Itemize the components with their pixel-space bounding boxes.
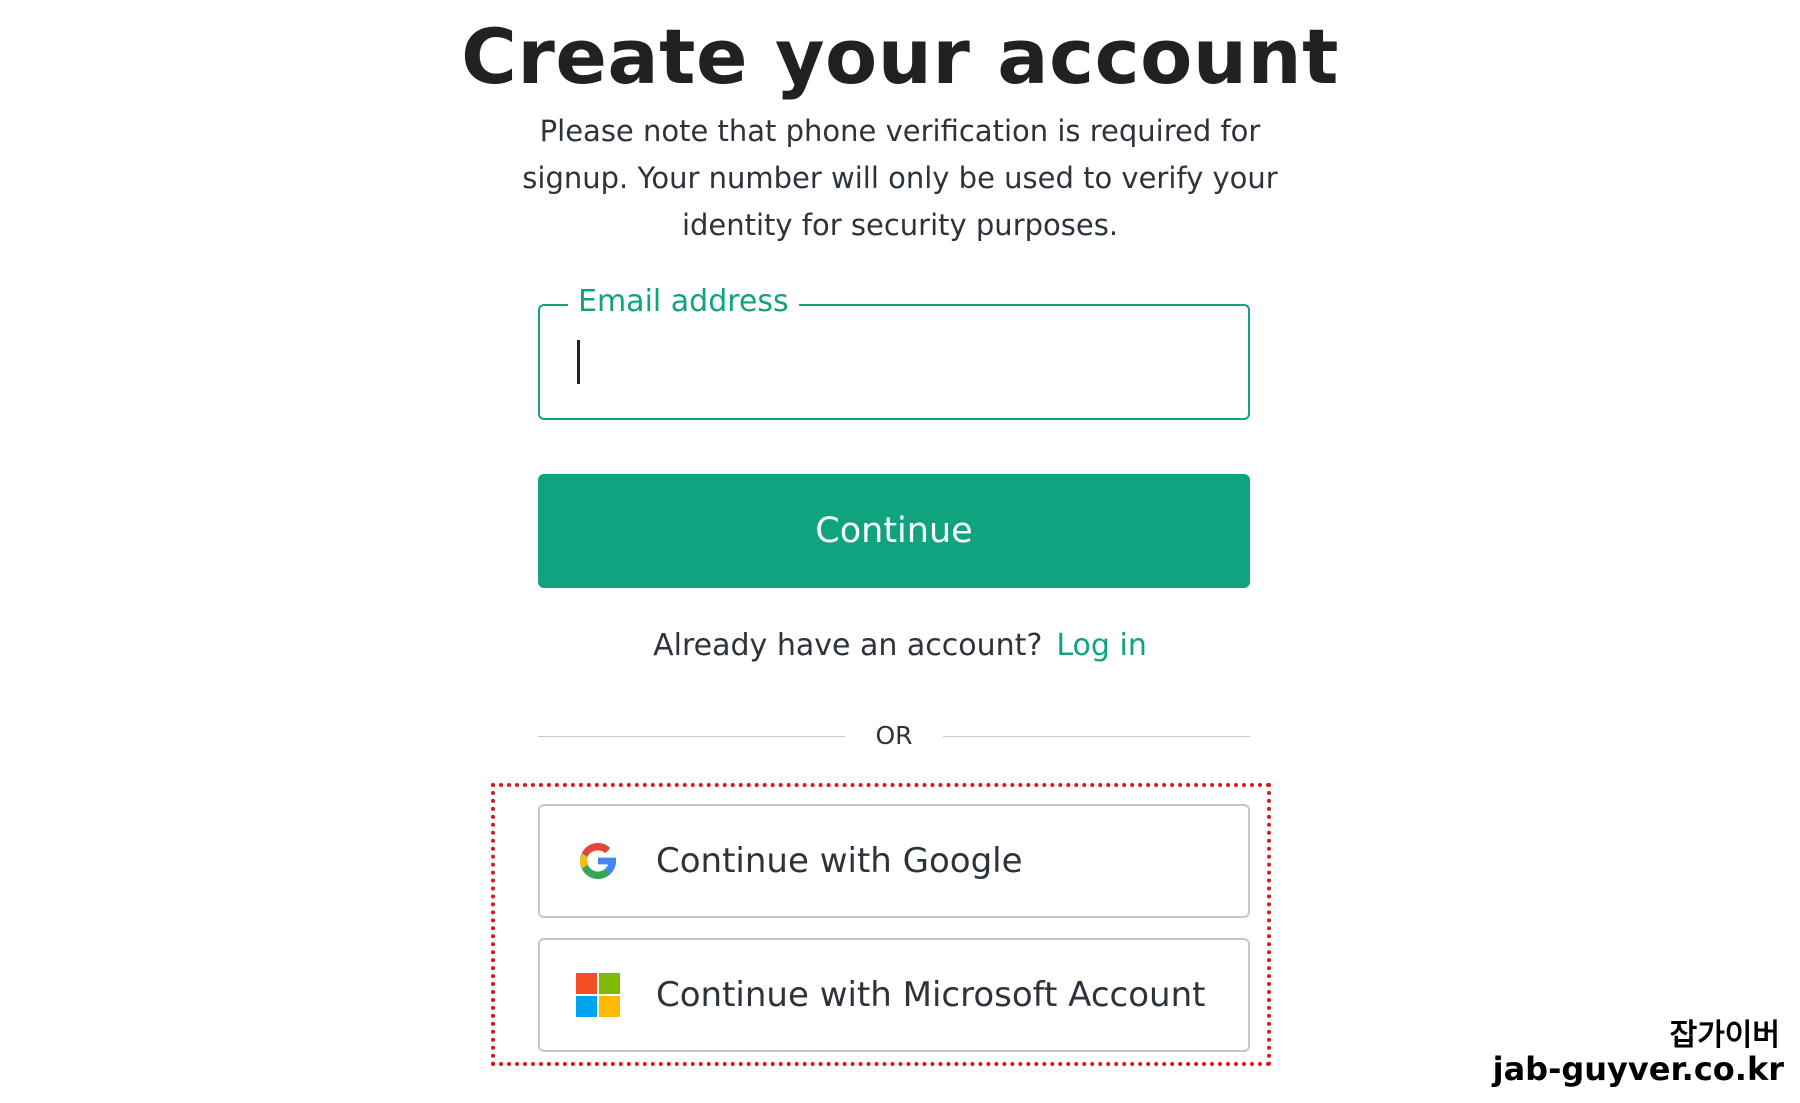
watermark-url: jab-guyver.co.kr [1492,1050,1784,1088]
microsoft-logo-icon [576,973,620,1017]
continue-button[interactable]: Continue [538,474,1250,588]
login-link[interactable]: Log in [1056,628,1146,663]
page-title: Create your account [461,12,1339,101]
continue-with-google-button[interactable]: Continue with Google [538,804,1250,918]
email-field[interactable]: Email address [538,282,1250,420]
email-field-label: Email address [568,282,799,322]
login-prompt-text: Already have an account? [653,628,1043,663]
continue-with-microsoft-button[interactable]: Continue with Microsoft Account [538,938,1250,1052]
divider-line-right [943,736,1250,737]
text-caret [577,340,580,384]
login-prompt: Already have an account? Log in [0,626,1800,666]
google-button-label: Continue with Google [656,841,1023,881]
phone-verification-note: Please note that phone verification is r… [522,114,1278,242]
watermark-korean: 잡가이버 [1669,1018,1780,1053]
or-divider: OR [538,716,1250,756]
microsoft-button-label: Continue with Microsoft Account [656,975,1206,1015]
google-g-icon [580,843,616,879]
email-input[interactable] [560,336,1228,390]
